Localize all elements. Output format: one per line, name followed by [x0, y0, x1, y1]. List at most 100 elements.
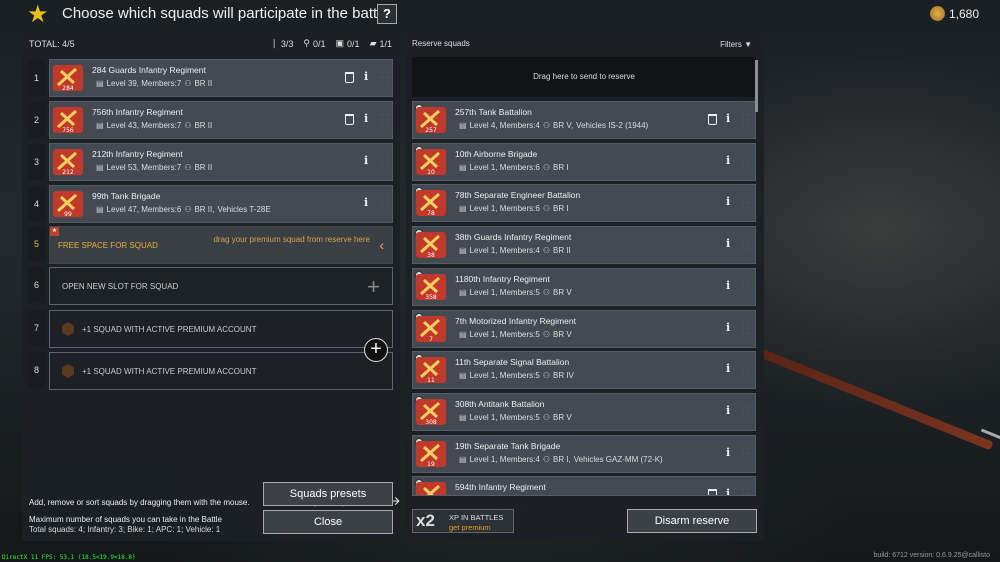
person-icon: ⚇: [542, 371, 550, 380]
drag-handle-icon[interactable]: [741, 237, 751, 253]
squad-type-icon: ▤: [96, 121, 104, 130]
reserve-squad-card[interactable]: 257 257th Tank Battalion ▤ Level 4, Members…: [412, 101, 756, 139]
free-slot-hint: drag your premium squad from reserve her…: [213, 235, 370, 244]
filters-button[interactable]: Filters ▼: [720, 40, 752, 49]
disarm-reserve-button[interactable]: Disarm reserve: [627, 509, 757, 533]
info-icon[interactable]: i: [364, 70, 368, 83]
trash-icon[interactable]: [708, 489, 717, 495]
open-slot-label: OPEN NEW SLOT FOR SQUAD: [62, 282, 179, 291]
drag-handle-icon[interactable]: [741, 362, 751, 378]
squad-vehicle: Vehicles IS-2 (1944): [576, 121, 649, 130]
reserve-squad-card[interactable]: 11 11th Separate Signal Battalion ▤ Level 1…: [412, 351, 756, 389]
battle-squad-card[interactable]: 212 212th Infantry Regiment ▤ Level 53, Mem…: [49, 143, 393, 181]
battle-squad-card[interactable]: 284 284 Guards Infantry Regiment ▤ Level 39…: [49, 59, 393, 97]
info-icon[interactable]: i: [726, 404, 730, 417]
squad-name: 284 Guards Infantry Regiment: [92, 65, 206, 75]
reserve-squad-card[interactable]: 38 38th Guards Infantry Regiment ▤ Level 1,…: [412, 226, 756, 264]
squad-br: BR V: [553, 330, 572, 339]
person-icon: ⚇: [184, 121, 192, 130]
reserve-squad-card[interactable]: 10 10th Airborne Brigade ▤ Level 1, Members…: [412, 143, 756, 181]
drag-handle-icon[interactable]: [741, 195, 751, 211]
drag-handle-icon[interactable]: [380, 196, 390, 212]
drag-handle-icon[interactable]: [741, 321, 751, 337]
reserve-squads-panel: Reserve squads Filters ▼ Drag here to se…: [406, 33, 764, 541]
squad-emblem-icon: 358: [415, 272, 447, 302]
person-icon: ⚇: [542, 288, 550, 297]
squad-level: Level 1, Members:6: [469, 204, 540, 213]
person-icon: ⚇: [184, 79, 192, 88]
premium-slot[interactable]: +1 SQUAD WITH ACTIVE PREMIUM ACCOUNT: [49, 352, 393, 390]
xp-bonus-box[interactable]: x2 XP IN BATTLES get premium: [412, 509, 514, 533]
drag-handle-icon[interactable]: [741, 154, 751, 170]
premium-badge-icon: [62, 364, 74, 378]
close-button[interactable]: Close: [263, 510, 393, 534]
person-icon: ⚇: [184, 205, 192, 214]
info-icon[interactable]: i: [726, 487, 730, 495]
drag-handle-icon[interactable]: [741, 112, 751, 128]
infantry-icon: ❘: [270, 38, 278, 48]
info-icon[interactable]: i: [364, 112, 368, 125]
trash-icon[interactable]: [708, 114, 717, 125]
reserve-squad-card[interactable]: 7 7th Motorized Infantry Regiment ▤ Level 1…: [412, 310, 756, 348]
squad-vehicle: Vehicles GAZ-MM (72-K): [573, 455, 663, 464]
info-icon[interactable]: i: [726, 362, 730, 375]
svg-text:19: 19: [427, 461, 435, 468]
drag-handle-icon[interactable]: [380, 70, 390, 86]
drag-handle-icon[interactable]: [380, 154, 390, 170]
person-icon: ⚇: [542, 121, 550, 130]
battle-squad-card[interactable]: 756 756th Infantry Regiment ▤ Level 43, Mem…: [49, 101, 393, 139]
drag-handle-icon[interactable]: [741, 487, 751, 495]
info-icon[interactable]: i: [726, 154, 730, 167]
info-icon[interactable]: i: [364, 196, 368, 209]
battle-squad-card[interactable]: 99 99th Tank Brigade ▤ Level 47, Members:6 ⚇…: [49, 185, 393, 223]
squad-name: 308th Antitank Battalion: [455, 399, 545, 409]
free-squad-slot[interactable]: ★ FREE SPACE FOR SQUAD drag your premium…: [49, 226, 393, 264]
reserve-squad-card[interactable]: 19 19th Separate Tank Brigade ▤ Level 1, Me…: [412, 435, 756, 473]
reserve-squad-card[interactable]: 594th Infantry Regiment i: [412, 476, 756, 496]
drag-handle-icon[interactable]: [741, 446, 751, 462]
squad-name: 38th Guards Infantry Regiment: [455, 232, 572, 242]
reserve-squad-card[interactable]: 78 78th Separate Engineer Battalion ▤ Level…: [412, 184, 756, 222]
get-premium-link[interactable]: get premium: [449, 523, 491, 532]
info-icon[interactable]: i: [726, 321, 730, 334]
funnel-icon: ▼: [744, 40, 752, 49]
add-circle-icon[interactable]: +: [364, 338, 388, 362]
bike-count: ⚲ 0/1: [303, 38, 326, 49]
open-new-slot[interactable]: OPEN NEW SLOT FOR SQUAD +: [49, 267, 393, 305]
squad-name: 594th Infantry Regiment: [455, 482, 546, 492]
info-icon[interactable]: i: [364, 154, 368, 167]
info-icon[interactable]: i: [726, 112, 730, 125]
build-version: build: 6712 version: 0.6.9.25@callisto: [873, 552, 990, 559]
squad-br: BR II: [194, 163, 213, 172]
trash-icon[interactable]: [345, 72, 354, 83]
squads-presets-button[interactable]: Squads presets: [263, 482, 393, 506]
page-title: Choose which squads will participate in …: [62, 5, 389, 22]
reserve-scrollbar[interactable]: [755, 60, 758, 112]
slot-number: 2: [28, 102, 45, 138]
soviet-star-icon: ★: [27, 1, 49, 28]
trash-icon[interactable]: [345, 114, 354, 125]
svg-text:257: 257: [425, 127, 437, 134]
premium-slot[interactable]: +1 SQUAD WITH ACTIVE PREMIUM ACCOUNT: [49, 310, 393, 348]
squad-type-icon: ▤: [459, 204, 467, 213]
slot-number: 6: [28, 267, 45, 303]
reserve-squad-card[interactable]: 358 1180th Infantry Regiment ▤ Level 1, Mem…: [412, 268, 756, 306]
info-icon[interactable]: i: [726, 279, 730, 292]
info-icon[interactable]: i: [726, 195, 730, 208]
squad-emblem-icon: 99: [52, 189, 84, 219]
squad-type-icon: ▤: [459, 121, 467, 130]
svg-text:358: 358: [425, 294, 437, 301]
svg-text:38: 38: [427, 252, 435, 259]
info-icon[interactable]: i: [726, 446, 730, 459]
svg-text:10: 10: [427, 169, 435, 176]
reserve-drop-zone[interactable]: Drag here to send to reserve: [412, 57, 756, 97]
squad-br: BR V,: [553, 121, 574, 130]
info-icon[interactable]: i: [726, 237, 730, 250]
fps-readout: DirectX 11 FPS: 53.1 (18.5<19.9<18.8): [2, 554, 136, 561]
drag-handle-icon[interactable]: [380, 112, 390, 128]
drag-handle-icon[interactable]: [741, 279, 751, 295]
reserve-squad-card[interactable]: 308 308th Antitank Battalion ▤ Level 1, Mem…: [412, 393, 756, 431]
gold-coin-icon: [930, 6, 945, 21]
drag-handle-icon[interactable]: [741, 404, 751, 420]
help-button[interactable]: ?: [377, 4, 397, 24]
